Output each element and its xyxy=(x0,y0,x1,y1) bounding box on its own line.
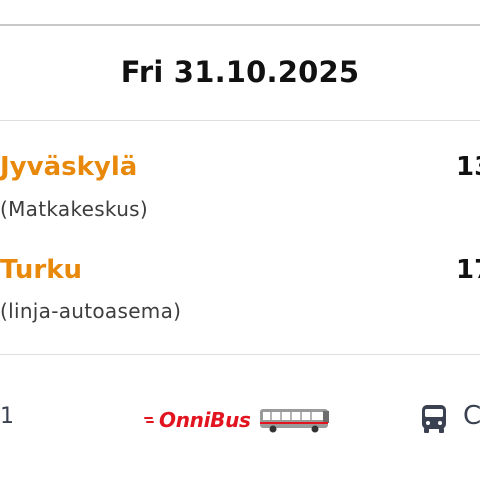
footer-leading-text: 1 xyxy=(0,404,14,429)
onnibus-swoosh-icon xyxy=(144,417,154,423)
operator-name: OnniBus xyxy=(159,408,251,432)
arrival-city: Turku xyxy=(0,255,83,285)
route-divider xyxy=(0,354,480,355)
operator-brand: OnniBus xyxy=(144,405,333,435)
date-divider xyxy=(0,120,480,121)
onnibus-logo: OnniBus xyxy=(144,408,251,432)
top-divider xyxy=(0,24,480,26)
arrival-time: 17 xyxy=(456,255,480,285)
departure-station: (Matkakeskus) xyxy=(0,197,149,221)
departure-time: 13 xyxy=(456,152,480,182)
bus-icon xyxy=(422,405,446,433)
bus-illustration-icon xyxy=(259,409,329,433)
departure-city: Jyväskylä xyxy=(0,152,138,182)
arrival-station: (linja-autoasema) xyxy=(0,299,182,323)
trip-date: Fri 31.10.2025 xyxy=(120,55,360,89)
footer-trailing-text: C xyxy=(463,401,480,431)
